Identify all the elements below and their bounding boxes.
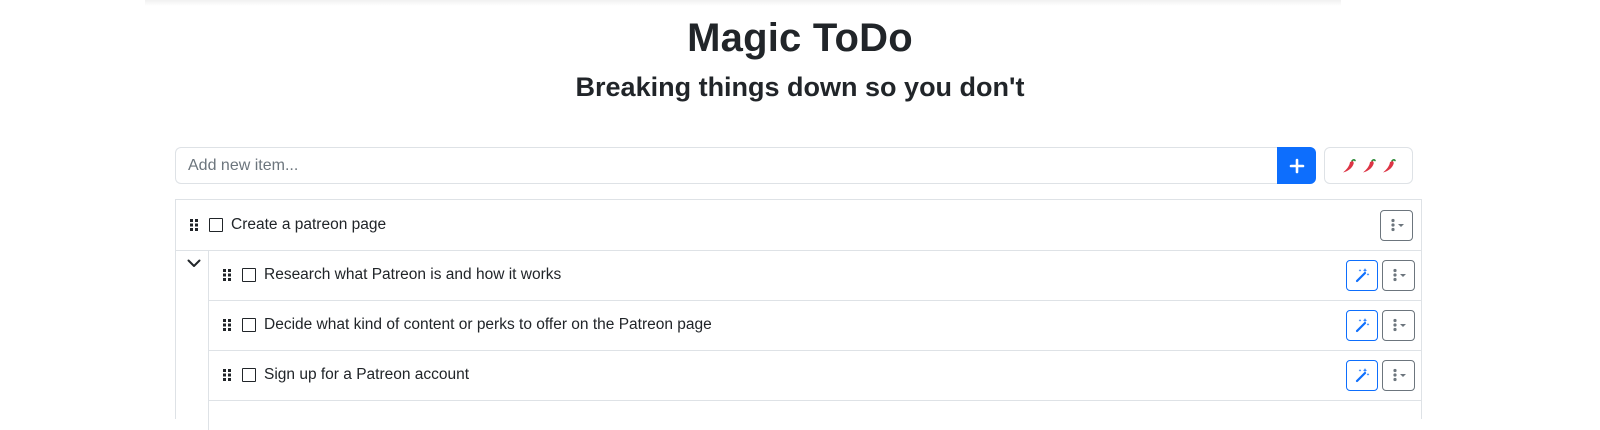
magic-breakdown-button[interactable] [1346,259,1378,291]
kebab-menu-dropdown-icon [1392,368,1406,382]
todo-item: Create a patreon page [176,200,1421,251]
todo-actions [1380,209,1413,241]
kebab-menu-dropdown-icon [1392,318,1406,332]
subtask-checkbox[interactable] [242,268,256,282]
magic-wand-icon [1355,318,1370,333]
drag-handle-icon[interactable] [222,368,232,382]
item-menu-button[interactable] [1382,259,1415,291]
kebab-menu-dropdown-icon [1390,218,1404,232]
collapse-subtasks-toggle[interactable] [185,256,203,270]
magic-breakdown-button[interactable] [1346,309,1378,341]
header: Magic ToDo Breaking things down so you d… [0,12,1600,104]
item-menu-button[interactable] [1382,359,1415,391]
todo-text[interactable]: Create a patreon page [231,216,386,234]
page-title: Magic ToDo [687,16,913,60]
subtask-item: Research what Patreon is and how it work… [209,250,1422,301]
spiciness-button[interactable] [1324,147,1413,184]
plus-icon [1289,158,1304,173]
subtask-text[interactable]: Decide what kind of content or perks to … [264,316,712,334]
subtask-actions [1346,359,1415,391]
drag-handle-icon[interactable] [189,218,199,232]
subtask-checkbox[interactable] [242,318,256,332]
subtask-text[interactable]: Research what Patreon is and how it work… [264,266,561,284]
item-menu-button[interactable] [1380,209,1413,241]
subtask-text[interactable]: Sign up for a Patreon account [264,366,469,384]
magic-wand-icon [1355,268,1370,283]
drag-handle-icon[interactable] [222,268,232,282]
chili-pepper-icon [1362,158,1376,172]
kebab-menu-dropdown-icon [1392,268,1406,282]
drag-handle-icon[interactable] [222,318,232,332]
chili-pepper-icon [1382,158,1396,172]
top-bar-shadow [145,0,1341,6]
todo-list: Create a patreon page Research what Patr… [175,199,1422,430]
magic-wand-icon [1355,368,1370,383]
subtask-item: Decide what kind of content or perks to … [209,300,1422,351]
page-subtitle: Breaking things down so you don't [575,72,1025,102]
subtask-actions [1346,259,1415,291]
subtask-checkbox[interactable] [242,368,256,382]
chili-pepper-icon [1342,158,1356,172]
add-item-input[interactable] [175,147,1277,184]
todo-checkbox[interactable] [209,218,223,232]
subtask-item: Sign up for a Patreon account [209,350,1422,401]
magic-breakdown-button[interactable] [1346,359,1378,391]
subtask-list: Research what Patreon is and how it work… [208,250,1423,430]
subtask-actions [1346,309,1415,341]
chevron-down-icon [187,259,201,267]
item-menu-button[interactable] [1382,309,1415,341]
add-item-button[interactable] [1277,147,1316,184]
add-item-bar [175,147,1413,184]
